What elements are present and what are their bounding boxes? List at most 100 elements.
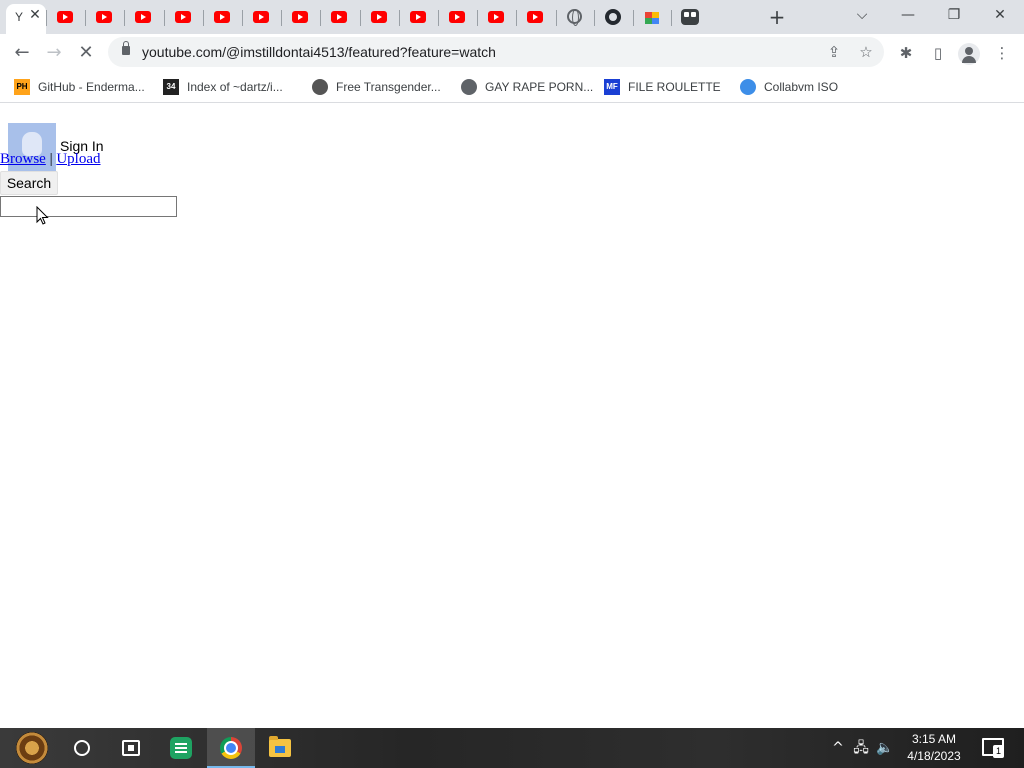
bookmark-item[interactable]: 34 Index of ~dartz/i... — [163, 77, 283, 97]
tab-item[interactable] — [632, 6, 671, 30]
bookmark-label: GAY RAPE PORN... — [485, 80, 594, 94]
tab-close-icon[interactable]: ✕ — [27, 7, 43, 23]
bookmarks-bar: PH GitHub - Enderma... 34 Index of ~dartz/i… — [0, 71, 1024, 103]
collab-icon — [740, 79, 756, 95]
tab-separator — [242, 10, 243, 26]
file-explorer-icon — [269, 736, 291, 757]
notification-center-icon[interactable]: 1 — [982, 738, 1004, 758]
tab-item[interactable] — [202, 6, 241, 30]
tab-active[interactable]: Y ✕ — [6, 4, 46, 34]
taskbar-app-sheets[interactable] — [157, 728, 205, 768]
clock-time: 3:15 AM — [911, 732, 957, 746]
address-bar[interactable]: youtube.com/@imstilldontai4513/featured?… — [108, 37, 884, 67]
bookmark-item[interactable]: PH GitHub - Enderma... — [14, 77, 145, 97]
tab-title: Y — [15, 10, 24, 24]
new-tab-button[interactable]: + — [766, 6, 788, 28]
windows-taskbar: ^ 🖧 🔈 3:15 AM 4/18/2023 1 — [0, 728, 1024, 768]
tab-item[interactable] — [359, 6, 398, 30]
globe-icon — [461, 79, 477, 95]
bookmark-label: Index of ~dartz/i... — [187, 80, 283, 94]
mft-icon: MF — [604, 79, 620, 95]
back-button[interactable]: ← — [9, 40, 35, 66]
bookmark-item[interactable]: Free Transgender... — [312, 77, 441, 97]
forward-button[interactable]: → — [41, 40, 67, 66]
cortana-icon[interactable] — [74, 740, 90, 756]
upload-link[interactable]: Upload — [56, 151, 100, 167]
youtube-icon — [527, 11, 544, 23]
youtube-icon — [292, 11, 309, 23]
tab-item[interactable] — [671, 6, 709, 30]
bookmark-label: GitHub - Enderma... — [38, 80, 145, 94]
bookmark-label: Collabvm ISO — [764, 80, 839, 94]
link-separator: | — [49, 151, 53, 167]
share-icon[interactable]: ⇪ — [824, 42, 844, 62]
tab-item[interactable] — [438, 6, 476, 30]
lock-icon[interactable] — [122, 41, 130, 55]
taskbar-app-chrome[interactable] — [207, 728, 255, 768]
bookmark-item[interactable]: MF FILE ROULETTE — [604, 77, 721, 97]
tab-separator — [398, 10, 400, 26]
tab-item[interactable] — [398, 6, 437, 30]
tab-separator — [46, 10, 47, 26]
network-icon[interactable]: 🖧 — [852, 738, 870, 758]
close-window-button[interactable]: ✕ — [980, 4, 1020, 26]
start-icon[interactable] — [12, 732, 56, 764]
tiles-icon — [681, 9, 700, 25]
clock-date: 4/18/2023 — [907, 749, 961, 763]
tab-separator — [163, 10, 165, 26]
tab-item[interactable] — [516, 6, 554, 30]
youtube-icon — [96, 11, 113, 23]
chrome-menu-icon[interactable]: ⋮ — [991, 42, 1013, 64]
tab-item[interactable] — [320, 6, 358, 30]
extensions-icon[interactable]: ✱ — [895, 42, 917, 64]
page-content: Sign In Browse | Upload Search — [0, 104, 1024, 728]
restore-button[interactable]: ❐ — [934, 4, 974, 26]
mouse-cursor-icon — [36, 206, 49, 225]
tab-item[interactable] — [124, 6, 162, 30]
youtube-icon — [370, 11, 387, 23]
nav-links: Browse | Upload — [0, 151, 101, 168]
search-input[interactable] — [0, 196, 177, 217]
tab-item[interactable] — [242, 6, 280, 30]
bookmark-item[interactable]: GAY RAPE PORN... — [461, 77, 593, 97]
browse-link[interactable]: Browse — [0, 151, 46, 167]
profile-icon[interactable] — [958, 43, 980, 65]
tab-strip: Y ✕ + ⌵ — ❐ ✕ — [0, 0, 1024, 34]
taskbar-clock[interactable]: 3:15 AM 4/18/2023 — [898, 731, 970, 765]
tab-item[interactable] — [163, 6, 202, 30]
youtube-icon — [135, 11, 152, 23]
volume-icon[interactable]: 🔈 — [876, 738, 894, 758]
youtube-icon — [409, 11, 426, 23]
search-button[interactable]: Search — [0, 171, 58, 195]
tray-chevron-icon[interactable]: ^ — [829, 738, 847, 758]
tab-item[interactable] — [555, 6, 594, 30]
stop-loading-button[interactable]: ✕ — [73, 40, 99, 66]
tab-item[interactable] — [594, 6, 632, 30]
tab-separator — [516, 10, 518, 26]
tab-search-button[interactable]: ⌵ — [842, 4, 882, 26]
side-panel-icon[interactable]: ▯ — [927, 42, 949, 64]
notification-count: 1 — [993, 745, 1004, 758]
url-text[interactable]: youtube.com/@imstilldontai4513/featured?… — [142, 44, 496, 60]
bookmark-label: FILE ROULETTE — [628, 80, 721, 94]
tab-separator — [671, 10, 673, 26]
minimize-button[interactable]: — — [888, 4, 928, 26]
taskbar-app-file-explorer[interactable] — [256, 728, 304, 768]
bookmark-star-icon[interactable]: ☆ — [856, 42, 876, 62]
color-blocks-icon — [644, 12, 659, 24]
shield-icon — [312, 79, 328, 95]
tab-item[interactable] — [281, 6, 319, 30]
tab-separator — [281, 10, 283, 26]
youtube-icon — [449, 11, 465, 23]
task-view-icon[interactable] — [122, 740, 140, 756]
youtube-icon — [174, 11, 191, 23]
bookmark-item[interactable]: Collabvm ISO — [740, 77, 838, 97]
tab-item[interactable] — [85, 6, 123, 30]
tab-item[interactable] — [477, 6, 515, 30]
tab-separator — [632, 10, 634, 26]
tab-separator — [594, 10, 596, 26]
tab-item[interactable] — [46, 6, 84, 30]
youtube-icon — [213, 11, 230, 23]
bookmark-label: Free Transgender... — [336, 80, 441, 94]
pixel-icon: 34 — [163, 79, 179, 95]
